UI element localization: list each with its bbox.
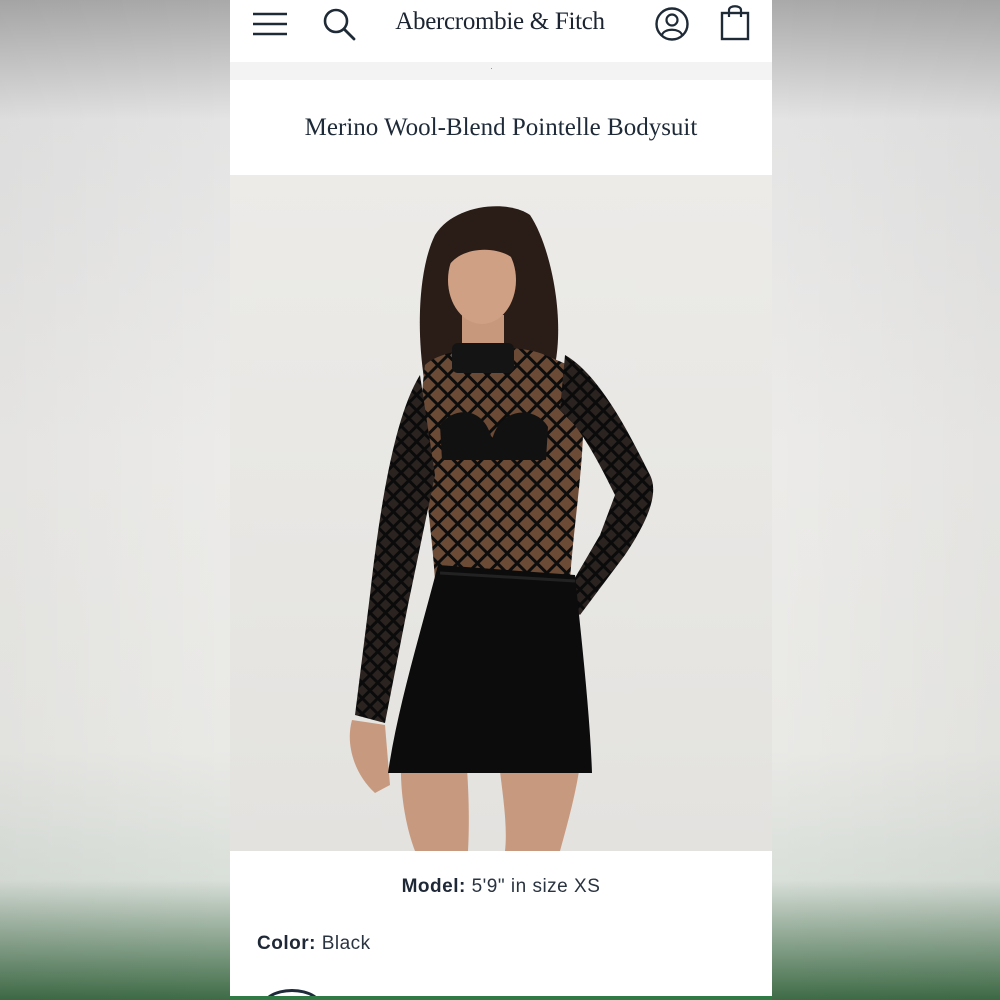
search-icon [323, 8, 356, 41]
model-value: 5'9" in size XS [471, 876, 601, 897]
menu-button[interactable] [250, 6, 290, 42]
color-info: Color: Black [257, 933, 371, 955]
account-button[interactable] [653, 5, 691, 43]
model-info: Model: 5'9" in size XS [230, 876, 772, 898]
color-value: Black [321, 933, 371, 954]
hamburger-menu-icon [253, 12, 287, 36]
model-illustration [349, 206, 654, 851]
brand-logo[interactable]: Abercrombie & Fitch [360, 8, 640, 38]
model-label: Model: [401, 876, 466, 897]
separator-mark: · [490, 63, 493, 73]
color-label: Color: [257, 933, 316, 954]
top-nav-bar: Abercrombie & Fitch [230, 0, 772, 62]
divider-strip: · [230, 62, 772, 80]
search-button[interactable] [320, 5, 358, 43]
bottom-accent-bar [230, 996, 772, 1000]
account-icon [655, 7, 689, 41]
product-title: Merino Wool-Blend Pointelle Bodysuit [304, 114, 698, 141]
product-image[interactable] [230, 175, 772, 851]
shopping-bag-button[interactable] [717, 2, 753, 42]
shopping-bag-icon [720, 5, 750, 41]
left-backdrop [0, 0, 230, 1000]
title-area: Merino Wool-Blend Pointelle Bodysuit [230, 80, 772, 175]
phone-screen: Abercrombie & Fitch · Merino Wool-Blend … [230, 0, 772, 1000]
product-details: Model: 5'9" in size XS Color: Black [230, 851, 772, 1000]
right-backdrop [772, 0, 1000, 1000]
